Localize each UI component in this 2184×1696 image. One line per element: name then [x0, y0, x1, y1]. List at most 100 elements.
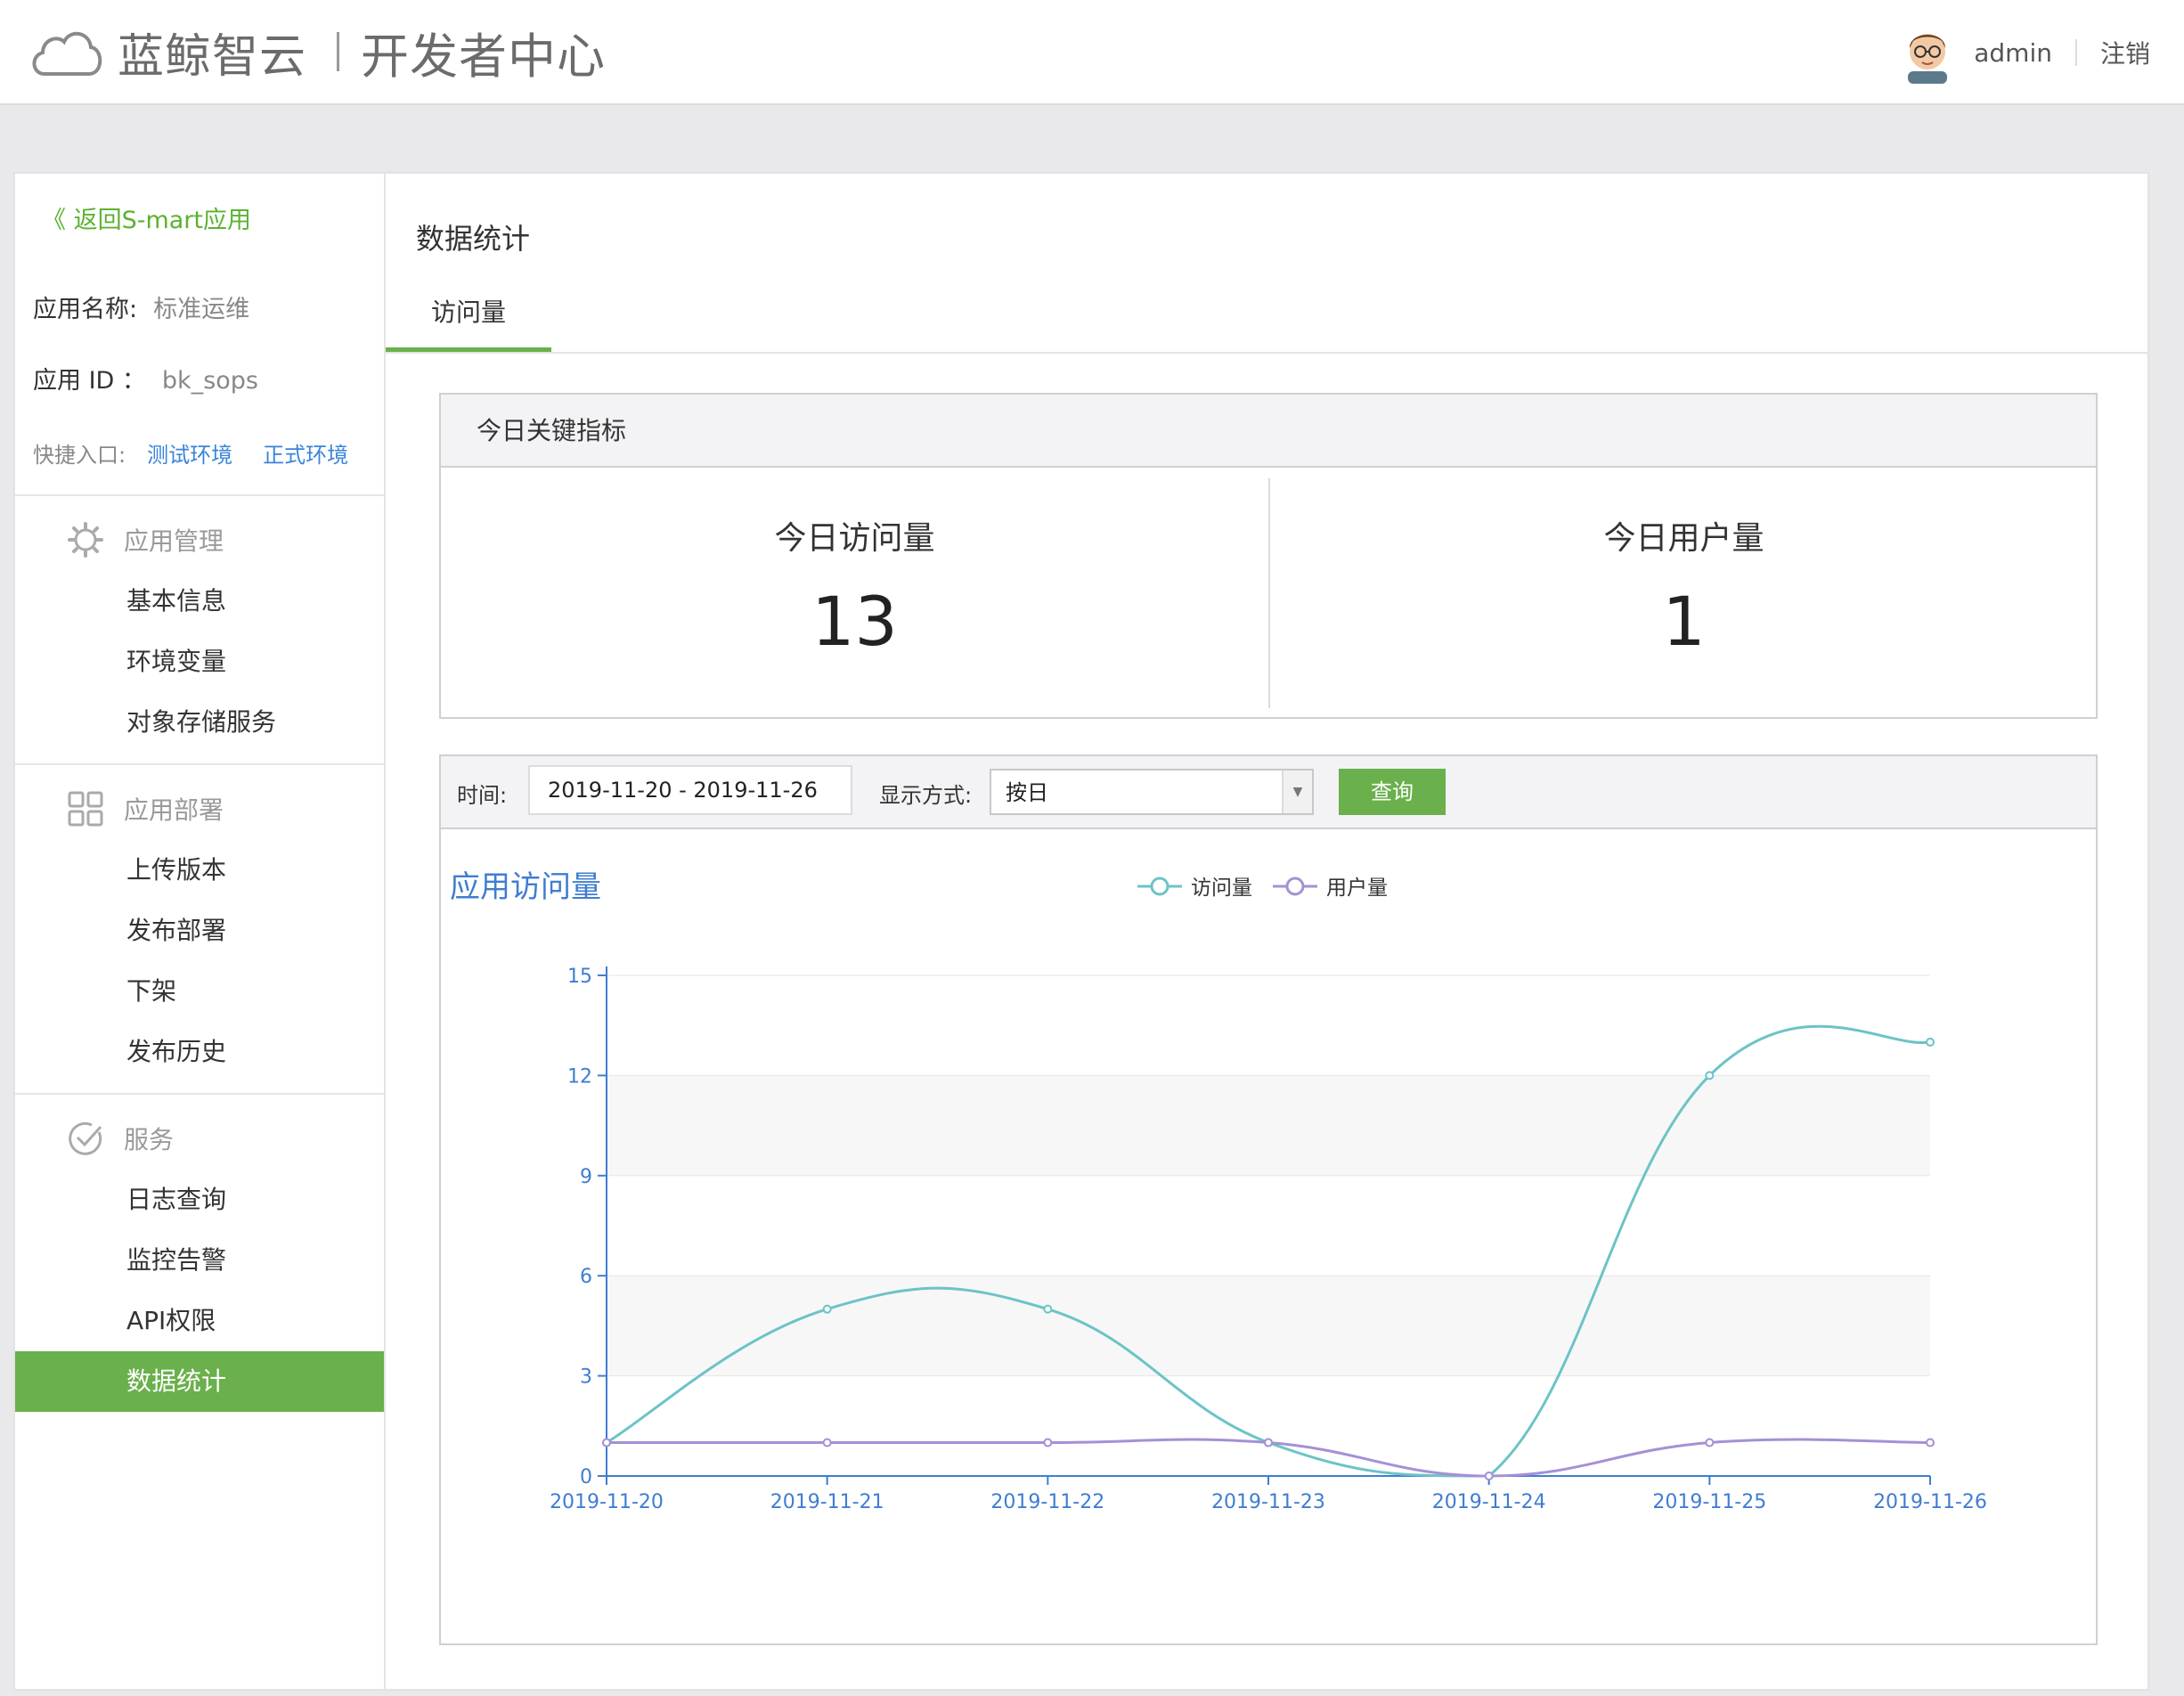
grid-band [607, 1276, 1930, 1376]
check-circle-icon [69, 1121, 102, 1155]
brand-logo[interactable]: 蓝鲸智云 开发者中心 [27, 16, 606, 87]
display-mode-select[interactable]: 按日 ▼ [990, 769, 1314, 815]
avatar[interactable] [1899, 21, 1956, 84]
filter-bar: 时间: 2019-11-20 - 2019-11-26 显示方式: 按日 ▼ 查… [441, 756, 2096, 829]
x-tick-label: 2019-11-24 [1432, 1491, 1546, 1513]
group-title-label: 应用部署 [124, 795, 224, 825]
data-point[interactable] [1926, 1438, 1935, 1447]
y-tick-label: 15 [567, 966, 592, 988]
app-name-label: 应用名称: [33, 296, 138, 323]
kpi-users-label: 今日用户量 [1603, 520, 1764, 557]
x-tick-label: 2019-11-25 [1652, 1491, 1766, 1513]
test-env-link[interactable]: 测试环境 [147, 437, 232, 469]
x-tick-label: 2019-11-23 [1211, 1491, 1325, 1513]
app-id-label: 应用 ID ： [33, 367, 146, 395]
group-app-management: 应用管理 [67, 521, 224, 559]
sidebar-item-object-storage[interactable]: 对象存储服务 [15, 692, 384, 753]
cloud-logo-icon [32, 32, 102, 76]
main-panel: 《 返回S-mart应用 应用名称: 标准运维 应用 ID ： bk_sops 快捷… [13, 172, 2149, 1691]
kpi-visits-label: 今日访问量 [774, 520, 935, 557]
sidebar-item-data-statistics[interactable]: 数据统计 [15, 1351, 384, 1412]
user-separator [2074, 39, 2077, 66]
brand-separator [337, 32, 340, 71]
sidebar-item-offline[interactable]: 下架 [15, 961, 384, 1022]
app-name-row: 应用名称: 标准运维 [33, 289, 249, 324]
brand-subtitle: 开发者中心 [361, 28, 607, 85]
y-tick-label: 12 [567, 1065, 592, 1088]
y-tick-label: 6 [580, 1266, 592, 1288]
chart-card: 时间: 2019-11-20 - 2019-11-26 显示方式: 按日 ▼ 查… [439, 754, 2098, 1645]
app-id-row: 应用 ID ： bk_sops [33, 361, 258, 395]
data-point[interactable] [1705, 1071, 1715, 1080]
app-name-value: 标准运维 [153, 296, 250, 323]
sidebar-divider [15, 1093, 384, 1095]
data-point[interactable] [602, 1438, 611, 1447]
chart-title: 应用访问量 [450, 869, 601, 905]
legend-label[interactable]: 访问量 [1191, 877, 1252, 900]
legend-marker-icon[interactable] [1150, 877, 1169, 896]
data-point[interactable] [1264, 1438, 1273, 1447]
sidebar-item-upload-version[interactable]: 上传版本 [15, 840, 384, 901]
kpi-card: 今日关键指标 今日访问量 13 今日用户量 1 [439, 393, 2098, 719]
data-point[interactable] [1043, 1438, 1053, 1447]
visits-line-chart: 应用访问量 访问量 用户量 0 3 6 9 12 15 2019-11-20 2019-11-21 2… [450, 869, 1987, 1513]
data-point[interactable] [1926, 1037, 1935, 1047]
y-tick-label: 9 [580, 1166, 592, 1188]
kpi-users-value: 1 [1662, 582, 1706, 661]
back-to-smart-link[interactable]: 《 返回S-mart应用 [42, 200, 251, 235]
data-point[interactable] [822, 1438, 832, 1447]
sidebar-item-monitoring[interactable]: 监控告警 [15, 1230, 384, 1291]
quick-entry: 快捷入口: 测试环境 正式环境 [33, 437, 348, 469]
kpi-visits: 今日访问量 13 [441, 469, 1268, 717]
x-tick-label: 2019-11-26 [1873, 1491, 1987, 1513]
sidebar-item-deploy-history[interactable]: 发布历史 [15, 1022, 384, 1082]
sidebar-item-basic-info[interactable]: 基本信息 [15, 571, 384, 632]
group-title-label: 服务 [124, 1125, 175, 1154]
sidebar-item-deploy[interactable]: 发布部署 [15, 901, 384, 961]
x-tick-label: 2019-11-21 [770, 1491, 884, 1513]
data-point[interactable] [1705, 1438, 1715, 1447]
brand-name: 蓝鲸智云 [118, 29, 307, 84]
y-tick-label: 3 [580, 1366, 592, 1389]
username[interactable]: admin [1974, 38, 2052, 68]
group-services: 服务 [67, 1120, 174, 1157]
top-header: 蓝鲸智云 开发者中心 admin 注销 [0, 0, 2184, 105]
y-tick-label: 0 [580, 1466, 592, 1488]
legend-marker-icon[interactable] [1285, 877, 1305, 896]
prod-env-link[interactable]: 正式环境 [263, 437, 348, 469]
time-label: 时间: [457, 783, 508, 808]
kpi-visits-value: 13 [811, 582, 898, 661]
group-title-label: 应用管理 [124, 526, 224, 556]
data-point[interactable] [822, 1304, 832, 1314]
content-area: 数据统计 访问量 今日关键指标 今日访问量 13 今日用户量 1 时间: 201… [386, 174, 2149, 1689]
x-tick-label: 2019-11-20 [550, 1491, 664, 1513]
display-mode-label: 显示方式: [879, 783, 973, 808]
sidebar-divider [15, 494, 384, 496]
logout-link[interactable]: 注销 [2100, 35, 2150, 70]
sidebar-divider [15, 763, 384, 765]
app-id-value: bk_sops [161, 367, 258, 395]
sidebar-item-api-permission[interactable]: API权限 [15, 1291, 384, 1351]
sidebar-item-env-vars[interactable]: 环境变量 [15, 632, 384, 692]
tab-visits[interactable]: 访问量 [386, 273, 551, 352]
data-point[interactable] [1043, 1304, 1053, 1314]
legend-label[interactable]: 用户量 [1326, 877, 1388, 900]
chevron-down-icon[interactable]: ▼ [1282, 771, 1312, 813]
user-area: admin 注销 [1899, 21, 2150, 84]
kpi-users: 今日用户量 1 [1270, 469, 2098, 717]
data-point[interactable] [1484, 1472, 1494, 1480]
date-range-input[interactable]: 2019-11-20 - 2019-11-26 [528, 765, 852, 815]
x-tick-label: 2019-11-22 [990, 1491, 1104, 1513]
tab-bar: 访问量 [386, 273, 2149, 354]
gear-icon [68, 522, 103, 558]
quick-entry-label: 快捷入口: [33, 443, 126, 468]
display-mode-value: 按日 [1006, 780, 1048, 805]
query-button[interactable]: 查询 [1339, 769, 1446, 815]
sidebar: 《 返回S-mart应用 应用名称: 标准运维 应用 ID ： bk_sops 快捷… [15, 174, 386, 1689]
kpi-card-header: 今日关键指标 [441, 395, 2096, 468]
grid-icon [68, 791, 103, 827]
grid-band [607, 1075, 1930, 1176]
sidebar-item-log-query[interactable]: 日志查询 [15, 1170, 384, 1230]
group-app-deploy: 应用部署 [67, 790, 224, 828]
page-title: 数据统计 [416, 222, 531, 256]
